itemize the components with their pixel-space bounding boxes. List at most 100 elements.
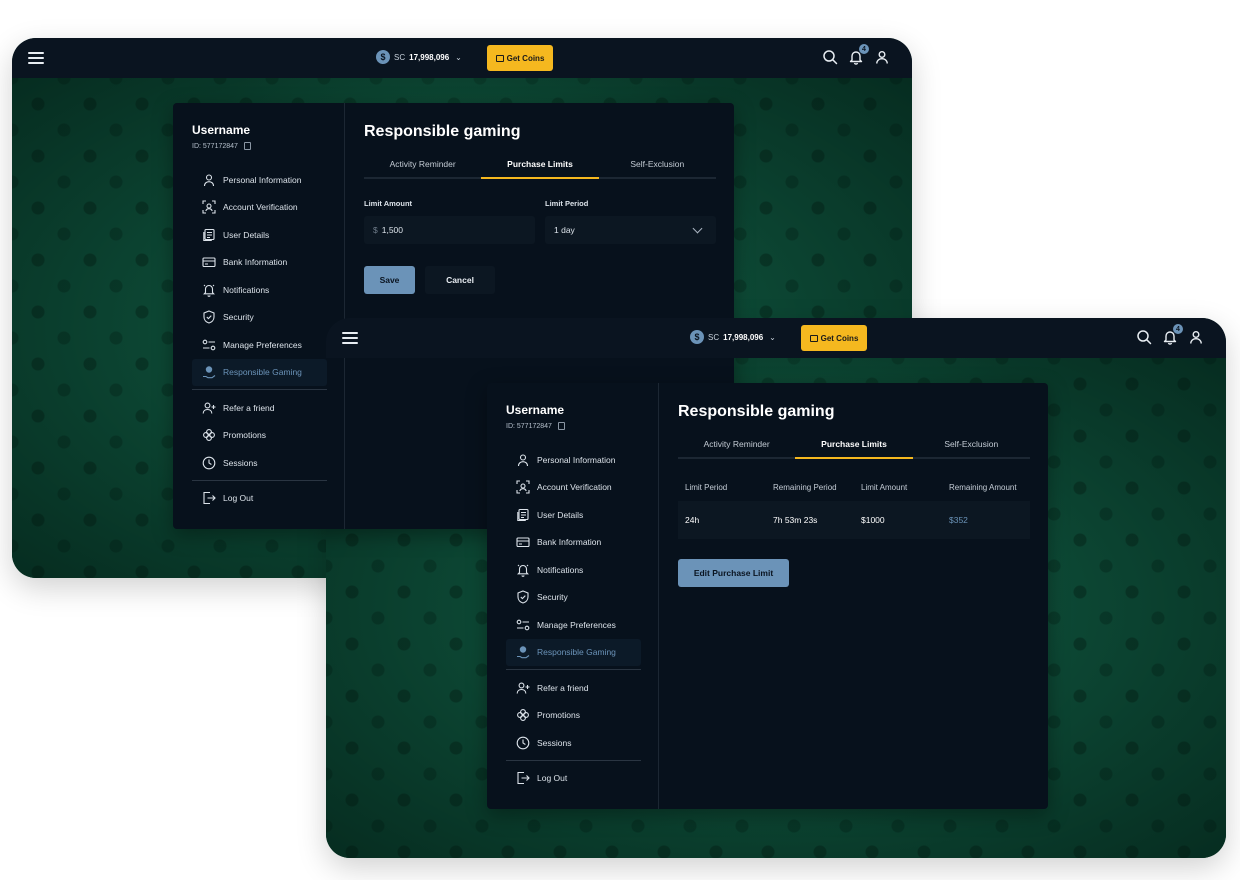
tab-activity-reminder[interactable]: Activity Reminder bbox=[364, 159, 481, 177]
sidebar-item-promotions[interactable]: Promotions bbox=[506, 702, 641, 730]
sidebar-item-sessions[interactable]: Sessions bbox=[192, 449, 327, 477]
sidebar-item-personal-information[interactable]: Personal Information bbox=[192, 166, 327, 194]
account-panel: Username ID: 577172847 Personal Informat… bbox=[487, 383, 1048, 809]
limit-amount-value: 1,500 bbox=[381, 225, 404, 235]
tab-purchase-limits[interactable]: Purchase Limits bbox=[481, 159, 599, 179]
currency-symbol: $ bbox=[373, 225, 378, 235]
bell-icon bbox=[203, 284, 215, 297]
sidebar-item-manage-preferences[interactable]: Manage Preferences bbox=[506, 611, 641, 639]
responsible-gaming-content: Responsible gaming Activity Reminder Pur… bbox=[678, 403, 1030, 587]
documents-icon bbox=[517, 508, 529, 521]
column-header: Remaining Amount bbox=[949, 483, 1017, 492]
sidebar-item-label: Security bbox=[223, 312, 254, 323]
wallet-icon bbox=[809, 334, 818, 342]
user-plus-icon bbox=[516, 682, 530, 694]
profile-icon[interactable] bbox=[1188, 329, 1204, 345]
sidebar-item-personal-information[interactable]: Personal Information bbox=[506, 446, 641, 474]
sidebar-item-refer-a-friend[interactable]: Refer a friend bbox=[506, 674, 641, 702]
logout-icon bbox=[203, 492, 216, 505]
sidebar-item-label: Notifications bbox=[223, 284, 270, 295]
sidebar-item-label: Notifications bbox=[537, 564, 584, 575]
sidebar-item-label: Responsible Gaming bbox=[223, 367, 302, 378]
sidebar-item-label: Account Verification bbox=[537, 482, 612, 493]
user-plus-icon bbox=[202, 402, 216, 414]
bell-icon[interactable]: 4 bbox=[848, 44, 869, 65]
sidebar-divider bbox=[192, 479, 327, 481]
copy-icon[interactable] bbox=[243, 142, 251, 150]
limit-period-select[interactable]: 1 day bbox=[545, 216, 716, 244]
sidebar-item-responsible-gaming[interactable]: Responsible Gaming bbox=[192, 358, 327, 386]
user-id: ID: 577172847 bbox=[192, 142, 344, 150]
username: Username bbox=[192, 123, 251, 137]
sidebar-item-user-details[interactable]: User Details bbox=[192, 221, 327, 249]
sweeps-coin-icon: $ bbox=[376, 50, 390, 64]
menu-icon[interactable] bbox=[342, 332, 358, 344]
tab-purchase-limits[interactable]: Purchase Limits bbox=[795, 439, 913, 459]
user-id-text: ID: 577172847 bbox=[192, 142, 238, 150]
cancel-button[interactable]: Cancel bbox=[425, 266, 495, 294]
sidebar-item-sessions[interactable]: Sessions bbox=[506, 729, 641, 757]
clock-icon bbox=[202, 456, 216, 470]
tab-activity-reminder[interactable]: Activity Reminder bbox=[678, 439, 795, 457]
menu-icon[interactable] bbox=[28, 52, 44, 64]
sliders-icon bbox=[516, 619, 530, 631]
chevron-down-icon: ⌄ bbox=[455, 52, 462, 62]
sidebar-item-security[interactable]: Security bbox=[192, 304, 327, 332]
sidebar-item-notifications[interactable]: Notifications bbox=[192, 276, 327, 304]
copy-icon[interactable] bbox=[557, 422, 565, 430]
logout-icon bbox=[517, 772, 530, 785]
column-header: Limit Period bbox=[685, 483, 728, 492]
sidebar-item-manage-preferences[interactable]: Manage Preferences bbox=[192, 331, 327, 359]
sidebar-item-bank-information[interactable]: Bank Information bbox=[506, 529, 641, 557]
user-id-text: ID: 577172847 bbox=[506, 422, 552, 430]
limit-period-cell: 24h bbox=[685, 515, 700, 525]
face-scan-icon bbox=[202, 200, 216, 214]
limit-amount-label: Limit Amount bbox=[364, 199, 413, 208]
chevron-down-icon bbox=[692, 223, 703, 233]
card-icon bbox=[516, 537, 530, 548]
tab-bar: Activity Reminder Purchase Limits Self-E… bbox=[678, 439, 1030, 459]
save-button[interactable]: Save bbox=[364, 266, 415, 294]
get-coins-label: Get Coins bbox=[820, 333, 859, 343]
edit-purchase-limit-button[interactable]: Edit Purchase Limit bbox=[678, 559, 789, 587]
tab-self-exclusion[interactable]: Self-Exclusion bbox=[913, 439, 1030, 457]
account-sidebar: Username ID: 577172847 Personal Informat… bbox=[173, 103, 345, 529]
user-id: ID: 577172847 bbox=[506, 422, 658, 430]
wallet-icon bbox=[495, 54, 504, 62]
sidebar-item-account-verification[interactable]: Account Verification bbox=[506, 474, 641, 502]
get-coins-button[interactable]: Get Coins bbox=[801, 325, 867, 351]
top-bar: $ SC 17,998,096 ⌄ Get Coins 4 bbox=[326, 318, 1226, 358]
search-icon[interactable] bbox=[822, 49, 838, 65]
account-sidebar: Username ID: 577172847 Personal Informat… bbox=[487, 383, 659, 809]
sidebar-item-security[interactable]: Security bbox=[506, 584, 641, 612]
sidebar-item-label: Log Out bbox=[537, 773, 568, 784]
profile-icon[interactable] bbox=[874, 49, 890, 65]
card-icon bbox=[202, 257, 216, 268]
sidebar-item-responsible-gaming[interactable]: Responsible Gaming bbox=[506, 638, 641, 666]
sidebar-item-user-details[interactable]: User Details bbox=[506, 501, 641, 529]
limit-amount-input[interactable]: $ 1,500 bbox=[364, 216, 535, 244]
sidebar-item-refer-a-friend[interactable]: Refer a friend bbox=[192, 394, 327, 422]
tab-self-exclusion[interactable]: Self-Exclusion bbox=[599, 159, 716, 177]
sidebar-item-log-out[interactable]: Log Out bbox=[192, 485, 327, 513]
sidebar-item-notifications[interactable]: Notifications bbox=[506, 556, 641, 584]
balance-selector[interactable]: $ SC 17,998,096 ⌄ bbox=[376, 50, 462, 64]
username: Username bbox=[506, 403, 565, 417]
balance-selector[interactable]: $ SC 17,998,096 ⌄ bbox=[690, 330, 776, 344]
responsible-gaming-content: Responsible gaming Activity Reminder Pur… bbox=[364, 123, 716, 294]
sidebar-item-log-out[interactable]: Log Out bbox=[506, 765, 641, 793]
shield-icon bbox=[203, 310, 215, 324]
page-title: Responsible gaming bbox=[364, 123, 521, 140]
sidebar-item-promotions[interactable]: Promotions bbox=[192, 422, 327, 450]
sidebar-item-label: Sessions bbox=[537, 737, 572, 748]
sidebar-item-label: Account Verification bbox=[223, 202, 298, 213]
tab-bar: Activity Reminder Purchase Limits Self-E… bbox=[364, 159, 716, 179]
sidebar-item-account-verification[interactable]: Account Verification bbox=[192, 194, 327, 222]
face-scan-icon bbox=[516, 480, 530, 494]
purchase-limit-form: Limit Amount $ 1,500 Limit Period 1 day bbox=[364, 199, 716, 244]
bell-icon[interactable]: 4 bbox=[1162, 324, 1183, 345]
sidebar-item-bank-information[interactable]: Bank Information bbox=[192, 249, 327, 277]
sidebar-item-label: Refer a friend bbox=[537, 682, 589, 693]
get-coins-button[interactable]: Get Coins bbox=[487, 45, 553, 71]
search-icon[interactable] bbox=[1136, 329, 1152, 345]
